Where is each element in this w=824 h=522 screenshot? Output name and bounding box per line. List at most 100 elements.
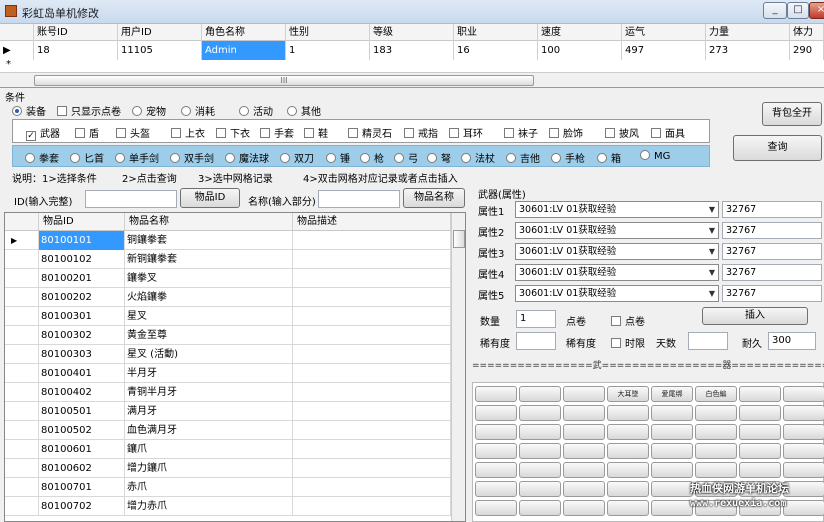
weapon-slot[interactable] — [563, 500, 605, 516]
weapon-slot[interactable] — [739, 386, 781, 402]
weapon-slot[interactable] — [739, 424, 781, 440]
scroll-thumb[interactable] — [453, 230, 465, 248]
cell-item-desc[interactable] — [293, 307, 451, 326]
weapon-slot[interactable] — [563, 481, 605, 497]
weapon-slot[interactable] — [475, 481, 517, 497]
cell-luck[interactable]: 497 — [622, 41, 706, 60]
radio-spear[interactable]: 枪 — [360, 150, 384, 165]
table-row[interactable]: 80100602 增力鑲爪 — [5, 459, 451, 478]
check-top[interactable]: 上衣 — [171, 125, 205, 140]
row-selector[interactable] — [5, 402, 39, 421]
time-limit-checkbox[interactable]: 时限 — [611, 335, 645, 350]
cell-item-id[interactable]: 80100702 — [39, 497, 125, 516]
name-search-input[interactable] — [318, 190, 400, 208]
attr-value-input[interactable]: 32767 — [722, 243, 822, 260]
weapon-slot[interactable]: 大耳墜 — [607, 386, 649, 402]
weapon-slot[interactable] — [651, 443, 693, 459]
item-name-button[interactable]: 物品名称 — [403, 188, 465, 208]
id-search-input[interactable] — [85, 190, 177, 208]
col-header-item-id[interactable]: 物品ID — [39, 213, 125, 231]
row-selector[interactable] — [5, 497, 39, 516]
col-header-gender[interactable]: 性别 — [286, 24, 370, 41]
cell-item-name[interactable]: 黄金至尊 — [125, 326, 293, 345]
weapon-slot[interactable] — [563, 462, 605, 478]
radio-event[interactable]: 活动 — [239, 103, 273, 118]
weapon-slot[interactable] — [695, 405, 737, 421]
chevron-down-icon[interactable]: ▼ — [709, 286, 715, 301]
cell-item-id[interactable]: 80100602 — [39, 459, 125, 478]
row-selector[interactable] — [5, 440, 39, 459]
table-row[interactable]: 80100402 青铜半月牙 — [5, 383, 451, 402]
vertical-scrollbar[interactable] — [451, 213, 465, 521]
check-weapon[interactable]: ✓ 武器 — [26, 125, 60, 141]
weapon-slot[interactable] — [695, 424, 737, 440]
row-selector[interactable] — [5, 459, 39, 478]
weapon-slot[interactable] — [651, 500, 693, 516]
cell-item-id[interactable]: 80100102 — [39, 250, 125, 269]
cell-item-id[interactable]: 80100101 — [39, 231, 125, 250]
row-selector[interactable] — [5, 364, 39, 383]
weapon-slot[interactable] — [695, 462, 737, 478]
cell-role-name[interactable]: Admin — [202, 41, 286, 60]
attr-value-input[interactable]: 32767 — [722, 222, 822, 239]
radio-one-hand-sword[interactable]: 单手剑 — [115, 150, 159, 165]
query-button[interactable]: 查询 — [733, 135, 822, 161]
row-selector[interactable] — [5, 307, 39, 326]
radio-pet[interactable]: 宠物 — [132, 103, 166, 118]
row-selector[interactable] — [5, 326, 39, 345]
col-header-level[interactable]: 等级 — [370, 24, 454, 41]
radio-hammer[interactable]: 锤 — [326, 150, 350, 165]
table-row[interactable]: 80100701 赤爪 — [5, 478, 451, 497]
character-grid[interactable]: 账号ID 用户ID 角色名称 性别 等级 职业 速度 运气 力量 体力 ▶ 18… — [0, 24, 824, 88]
weapon-slot[interactable] — [519, 481, 561, 497]
table-row[interactable]: 80100202 火焰鑲拳 — [5, 288, 451, 307]
check-earring[interactable]: 耳环 — [449, 125, 483, 140]
cell-item-desc[interactable] — [293, 459, 451, 478]
cell-speed[interactable]: 100 — [538, 41, 622, 60]
radio-equip[interactable]: 装备 — [12, 103, 46, 118]
chevron-down-icon[interactable]: ▼ — [709, 202, 715, 217]
quantity-input[interactable]: 1 — [516, 310, 556, 328]
chevron-down-icon[interactable]: ▼ — [709, 244, 715, 259]
minimize-button[interactable]: _ — [763, 2, 787, 19]
cell-item-name[interactable]: 半月牙 — [125, 364, 293, 383]
cell-item-id[interactable]: 80100502 — [39, 421, 125, 440]
row-selector[interactable] — [5, 288, 39, 307]
cell-item-name[interactable]: 满月牙 — [125, 402, 293, 421]
weapon-slot[interactable]: 爱尾绑 — [651, 386, 693, 402]
weapon-slot[interactable] — [651, 424, 693, 440]
cell-item-desc[interactable] — [293, 440, 451, 459]
col-header-stamina[interactable]: 体力 — [790, 24, 824, 41]
cell-item-desc[interactable] — [293, 326, 451, 345]
check-only-points[interactable]: 只显示点卷 — [57, 103, 121, 118]
table-row[interactable]: 80100102 新铜鑲拳套 — [5, 250, 451, 269]
weapon-slot[interactable] — [475, 405, 517, 421]
cell-level[interactable]: 183 — [370, 41, 454, 60]
weapon-slot[interactable] — [563, 386, 605, 402]
character-row[interactable]: ▶ 18 11105 Admin 1 183 16 100 497 273 29… — [0, 41, 824, 60]
weapon-slot[interactable] — [519, 462, 561, 478]
radio-crossbow[interactable]: 弩 — [427, 150, 451, 165]
row-selector[interactable] — [5, 478, 39, 497]
weapon-slot[interactable] — [739, 405, 781, 421]
check-shield[interactable]: 盾 — [75, 125, 99, 140]
cell-item-name[interactable]: 青铜半月牙 — [125, 383, 293, 402]
col-header-job[interactable]: 职业 — [454, 24, 538, 41]
check-gloves[interactable]: 手套 — [260, 125, 294, 140]
chevron-down-icon[interactable]: ▼ — [709, 223, 715, 238]
weapon-slot[interactable] — [783, 462, 824, 478]
cell-stamina[interactable]: 290 — [790, 41, 824, 60]
weapon-slot[interactable] — [563, 424, 605, 440]
radio-dagger[interactable]: 匕首 — [70, 150, 104, 165]
cell-item-id[interactable]: 80100201 — [39, 269, 125, 288]
attr-value-input[interactable]: 32767 — [722, 264, 822, 281]
col-header-user-id[interactable]: 用户ID — [118, 24, 202, 41]
cell-item-name[interactable]: 增力赤爪 — [125, 497, 293, 516]
durability-input[interactable]: 300 — [768, 332, 816, 350]
attr-select[interactable]: 30601:LV 01获取经验 ▼ — [515, 222, 719, 239]
insert-button[interactable]: 插入 — [702, 307, 808, 325]
table-row[interactable]: 80100302 黄金至尊 — [5, 326, 451, 345]
weapon-slot[interactable] — [475, 500, 517, 516]
attr-select[interactable]: 30601:LV 01获取经验 ▼ — [515, 264, 719, 281]
cell-item-name[interactable]: 鑲拳叉 — [125, 269, 293, 288]
